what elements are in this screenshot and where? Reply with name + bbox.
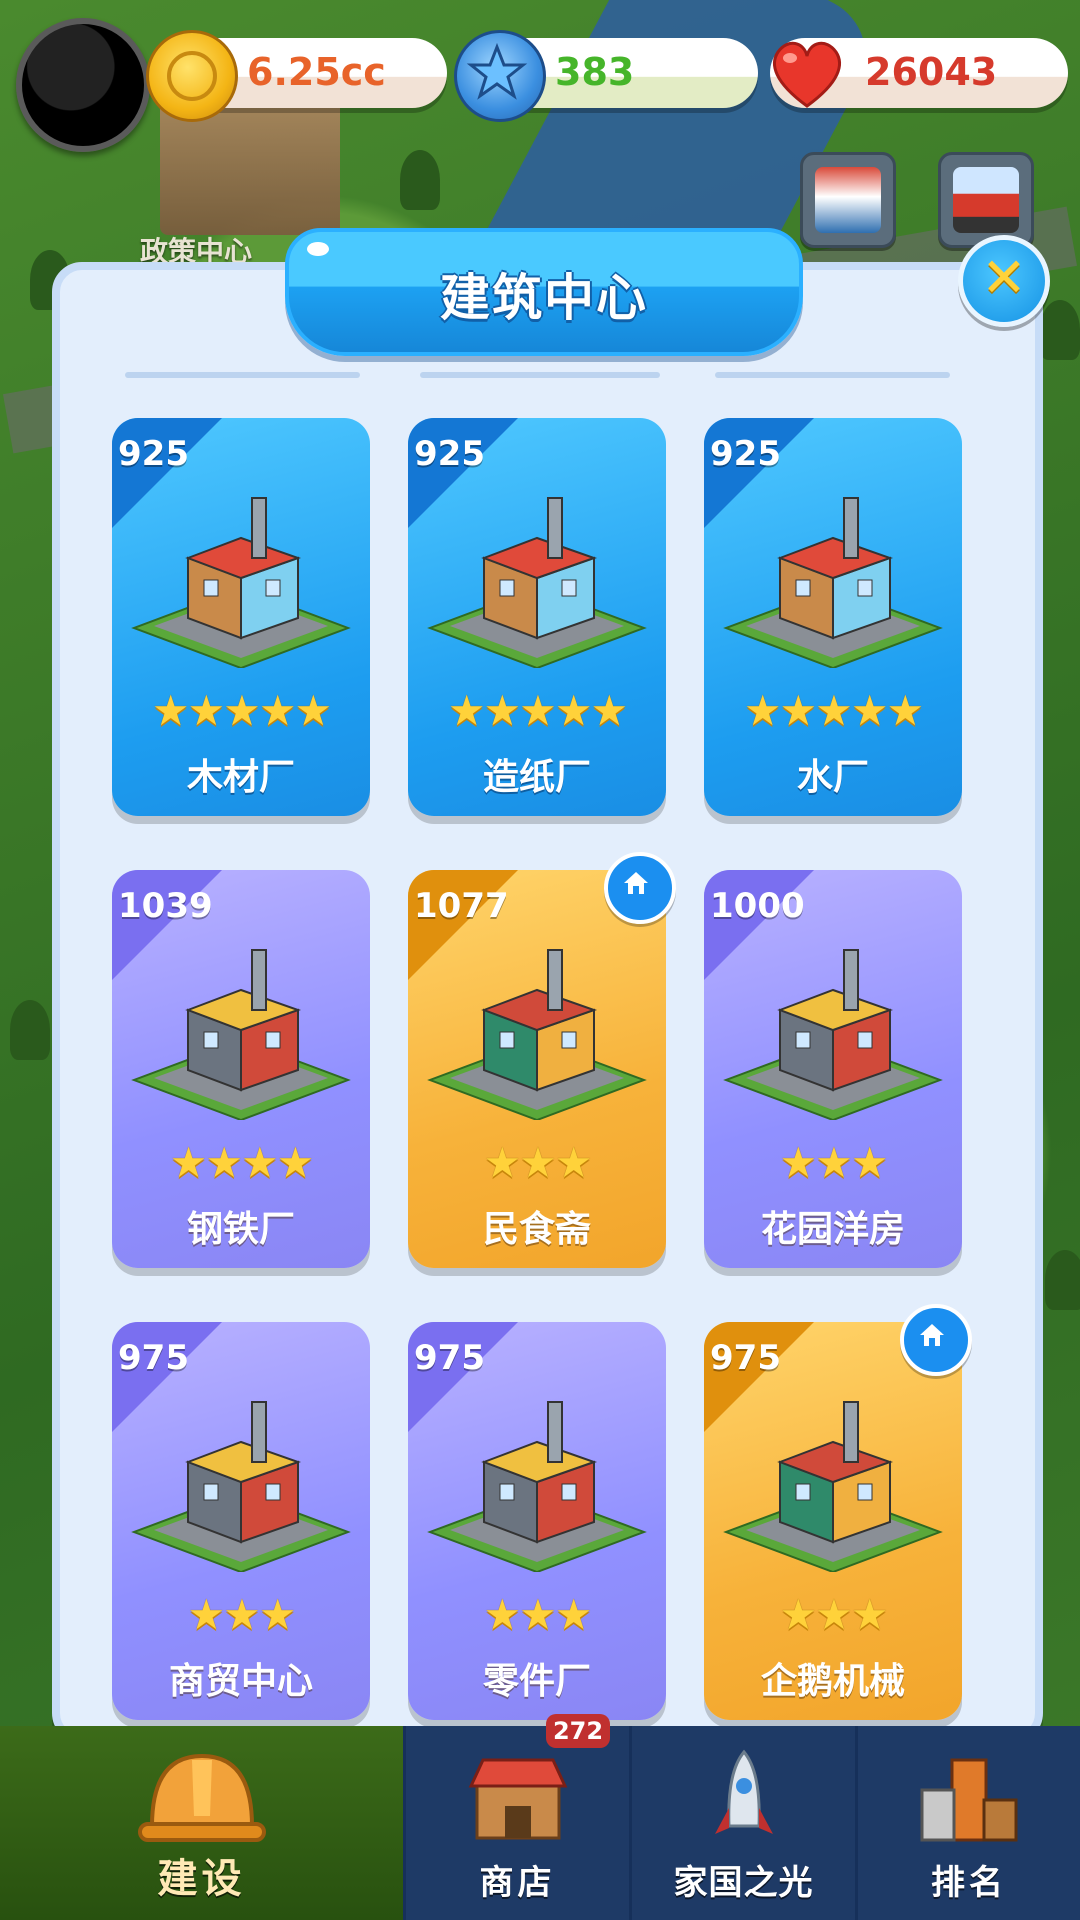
star-value: 383 (555, 50, 635, 94)
shop-icon (463, 1746, 573, 1850)
tree (400, 150, 440, 210)
row-divider (715, 372, 950, 378)
building-card[interactable]: 975 ★★★ 商贸中心 (112, 1322, 370, 1720)
tab-shop[interactable]: 商店 (406, 1726, 629, 1920)
building-card[interactable]: 925 ★★★★★ 水厂 (704, 418, 962, 816)
building-illustration (131, 949, 351, 1120)
building-name: 水厂 (796, 757, 869, 798)
coin-counter[interactable]: 6.25cc (146, 30, 447, 122)
building-card[interactable]: 975 ★★★ 零件厂 (408, 1322, 666, 1720)
tractor-icon (953, 167, 1019, 233)
building-name: 木材厂 (186, 757, 295, 798)
building-name: 零件厂 (482, 1661, 591, 1702)
building-illustration (427, 497, 647, 668)
heart-counter[interactable]: 26043 (770, 38, 1068, 108)
rocket-icon (699, 1746, 789, 1860)
star-rating: ★★★★★ (743, 686, 924, 735)
building-card[interactable]: 1077 ★★★ 民食斋 (408, 852, 676, 1268)
star-rating: ★★★★★ (151, 686, 332, 735)
building-card[interactable]: 925 ★★★★★ 造纸厂 (408, 418, 666, 816)
building-card[interactable]: 925 ★★★★★ 木材厂 (112, 418, 370, 816)
hard-hat-icon (132, 1746, 272, 1860)
building-name: 钢铁厂 (186, 1209, 295, 1250)
close-icon: ✕ (981, 246, 1027, 309)
building-card[interactable]: 975 ★★★ 企鹅机械 (704, 1304, 972, 1720)
tab-ranking-label: 排名 (931, 1863, 1007, 1903)
building-illustration (427, 1401, 647, 1572)
build-count-badge: 272 (546, 1714, 610, 1748)
header-shine (307, 242, 329, 256)
star-rating: ★★★ (483, 1590, 593, 1639)
podium-icon (914, 1746, 1024, 1850)
firework-icon (815, 167, 881, 233)
coin-value: 6.25cc (247, 50, 386, 94)
star-rating: ★★★ (779, 1138, 889, 1187)
tab-national-light[interactable]: 家国之光 (632, 1726, 855, 1920)
heart-value: 26043 (865, 50, 998, 94)
tab-build-label: 建设 (157, 1856, 246, 1902)
building-illustration (427, 949, 647, 1120)
home-icon (624, 872, 648, 894)
panel-header: 建筑中心 (285, 228, 803, 356)
star-rating: ★★★ (483, 1138, 593, 1187)
building-name: 花园洋房 (760, 1209, 905, 1250)
player-avatar[interactable] (16, 18, 150, 152)
building-name: 造纸厂 (482, 757, 591, 798)
building-card[interactable]: 1000 ★★★ 花园洋房 (704, 870, 962, 1268)
row-divider (420, 372, 660, 378)
star-rating: ★★★ (187, 1590, 297, 1639)
blue-star-icon (454, 30, 546, 122)
tab-build[interactable]: 建设 (0, 1726, 403, 1920)
building-name: 企鹅机械 (760, 1661, 905, 1702)
panel-title: 建筑中心 (440, 269, 648, 327)
building-illustration (723, 1401, 943, 1572)
home-badge[interactable] (604, 852, 676, 924)
tab-shop-label: 商店 (479, 1863, 556, 1903)
row-divider (125, 372, 360, 378)
star-rating: ★★★ (779, 1590, 889, 1639)
close-button[interactable]: ✕ (958, 235, 1050, 327)
tree (1045, 1250, 1080, 1310)
building-illustration (723, 497, 943, 668)
tree (10, 1000, 50, 1060)
farm-button[interactable] (938, 152, 1034, 248)
building-illustration (131, 1401, 351, 1572)
tab-ranking[interactable]: 排名 (858, 1726, 1080, 1920)
building-name: 民食斋 (482, 1209, 591, 1250)
tree (1040, 300, 1080, 360)
star-counter[interactable]: 383 (454, 30, 758, 122)
building-illustration (131, 497, 351, 668)
tab-national-light-label: 家国之光 (673, 1863, 814, 1903)
home-badge[interactable] (900, 1304, 972, 1376)
building-illustration (723, 949, 943, 1120)
star-rating: ★★★★ (169, 1138, 315, 1187)
home-icon (920, 1324, 944, 1346)
heart-icon (764, 30, 850, 116)
building-card[interactable]: 1039 ★★★★ 钢铁厂 (112, 870, 370, 1268)
coin-icon (146, 30, 238, 122)
bottom-nav: 建设 商店 家国之光 排名 (0, 1726, 1080, 1920)
building-name: 商贸中心 (168, 1661, 313, 1702)
star-rating: ★★★★★ (447, 686, 628, 735)
event-button[interactable] (800, 152, 896, 248)
